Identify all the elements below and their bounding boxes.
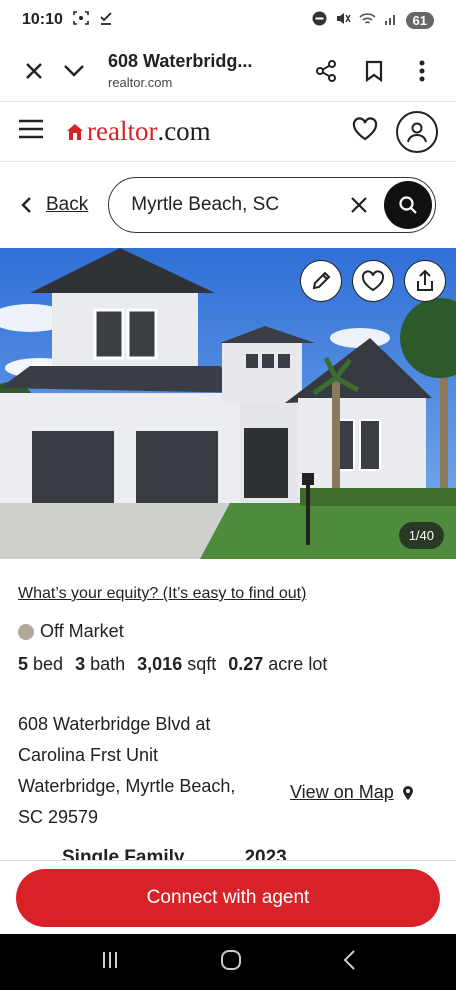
system-nav-bar: [0, 934, 456, 990]
heart-icon[interactable]: [352, 117, 378, 146]
address-line: Waterbridge, Myrtle Beach,: [18, 776, 236, 796]
baths-fact: 3 bath: [75, 654, 125, 675]
status-bar: 10:10 61: [0, 0, 456, 40]
share-icon[interactable]: [306, 51, 346, 91]
map-link-label: View on Map: [290, 782, 394, 802]
save-listing-button[interactable]: [352, 260, 394, 302]
share-listing-button[interactable]: [404, 260, 446, 302]
nav-home-icon[interactable]: [220, 949, 242, 976]
logo-house-icon: [67, 123, 83, 140]
logo-suffix: .com: [157, 116, 211, 146]
status-text: Off Market: [40, 621, 124, 641]
view-on-map-link[interactable]: View on Map: [290, 782, 414, 803]
status-time: 10:10: [22, 11, 63, 28]
location-pin-icon: [402, 785, 413, 800]
baths-value: 3: [75, 654, 86, 674]
equity-link[interactable]: What’s your equity? (It’s easy to find o…: [18, 585, 438, 603]
sqft-fact: 3,016 sqft: [137, 654, 216, 675]
download-done-icon: [99, 11, 113, 30]
sqft-value: 3,016: [137, 654, 183, 674]
back-label: Back: [46, 194, 89, 215]
mute-icon: [335, 11, 351, 29]
status-dot: [18, 623, 34, 640]
wifi-icon: [358, 12, 376, 29]
lot-fact: 0.27 acre lot: [228, 654, 327, 675]
share-upload-icon: [417, 269, 433, 291]
close-icon[interactable]: [344, 196, 374, 214]
listing-photo[interactable]: 1/40: [0, 248, 456, 559]
photo-counter: 1/40: [398, 522, 444, 549]
tab-url: realtor.com: [108, 75, 173, 90]
search-query[interactable]: Myrtle Beach, SC: [131, 194, 344, 216]
beds-label: bed: [33, 654, 64, 674]
heart-icon: [361, 270, 385, 292]
search-icon: [399, 196, 417, 214]
property-facts: 5 bed 3 bath 3,016 sqft 0.27 acre lot: [18, 654, 438, 675]
user-icon[interactable]: [396, 110, 438, 153]
battery-indicator: 61: [405, 11, 434, 29]
beds-value: 5: [18, 654, 29, 674]
site-header: realtor .com: [0, 102, 456, 162]
screenshot-icon: [73, 10, 89, 30]
lot-value: 0.27: [228, 654, 264, 674]
baths-label: bath: [90, 654, 126, 674]
address-line: Carolina Frst Unit: [18, 745, 159, 765]
address-line: 608 Waterbridge Blvd at: [18, 714, 211, 734]
address-line: SC 29579: [18, 807, 99, 827]
realtor-logo[interactable]: realtor .com: [66, 116, 211, 147]
tab-title: 608 Waterbridg...: [108, 51, 253, 71]
back-button[interactable]: Back: [20, 194, 88, 216]
search-button[interactable]: [384, 181, 432, 229]
connect-with-agent-button[interactable]: Connect with agent: [16, 869, 440, 927]
listing-status: Off Market: [18, 621, 438, 642]
address-block: 608 Waterbridge Blvd at Carolina Frst Un…: [18, 709, 438, 833]
more-vert-icon[interactable]: [402, 51, 442, 91]
sqft-label: sqft: [187, 654, 217, 674]
beds-fact: 5 bed: [18, 654, 63, 675]
search-input[interactable]: Myrtle Beach, SC: [108, 177, 436, 233]
nav-recents-icon[interactable]: [100, 950, 120, 975]
signal-icon: [384, 12, 398, 28]
pencil-icon: [312, 271, 331, 290]
chevron-down-icon[interactable]: [54, 51, 94, 91]
close-icon[interactable]: [14, 51, 54, 91]
browser-toolbar: 608 Waterbridg... realtor.com: [0, 40, 456, 102]
nav-back-icon[interactable]: [342, 949, 356, 976]
dnd-icon: [312, 11, 327, 29]
sticky-cta-bar: Connect with agent: [0, 860, 456, 934]
listing-details: What’s your equity? (It’s easy to find o…: [0, 585, 456, 865]
bookmark-icon[interactable]: [354, 51, 394, 91]
menu-icon[interactable]: [18, 119, 44, 144]
chevron-left-icon: [21, 197, 31, 213]
search-row: Back Myrtle Beach, SC: [0, 162, 456, 248]
address: 608 Waterbridge Blvd at Carolina Frst Un…: [18, 709, 280, 833]
edit-button[interactable]: [300, 260, 342, 302]
lot-label: acre lot: [268, 654, 328, 674]
logo-text: realtor: [87, 116, 158, 146]
tab-title-block: 608 Waterbridg... realtor.com: [108, 51, 306, 90]
